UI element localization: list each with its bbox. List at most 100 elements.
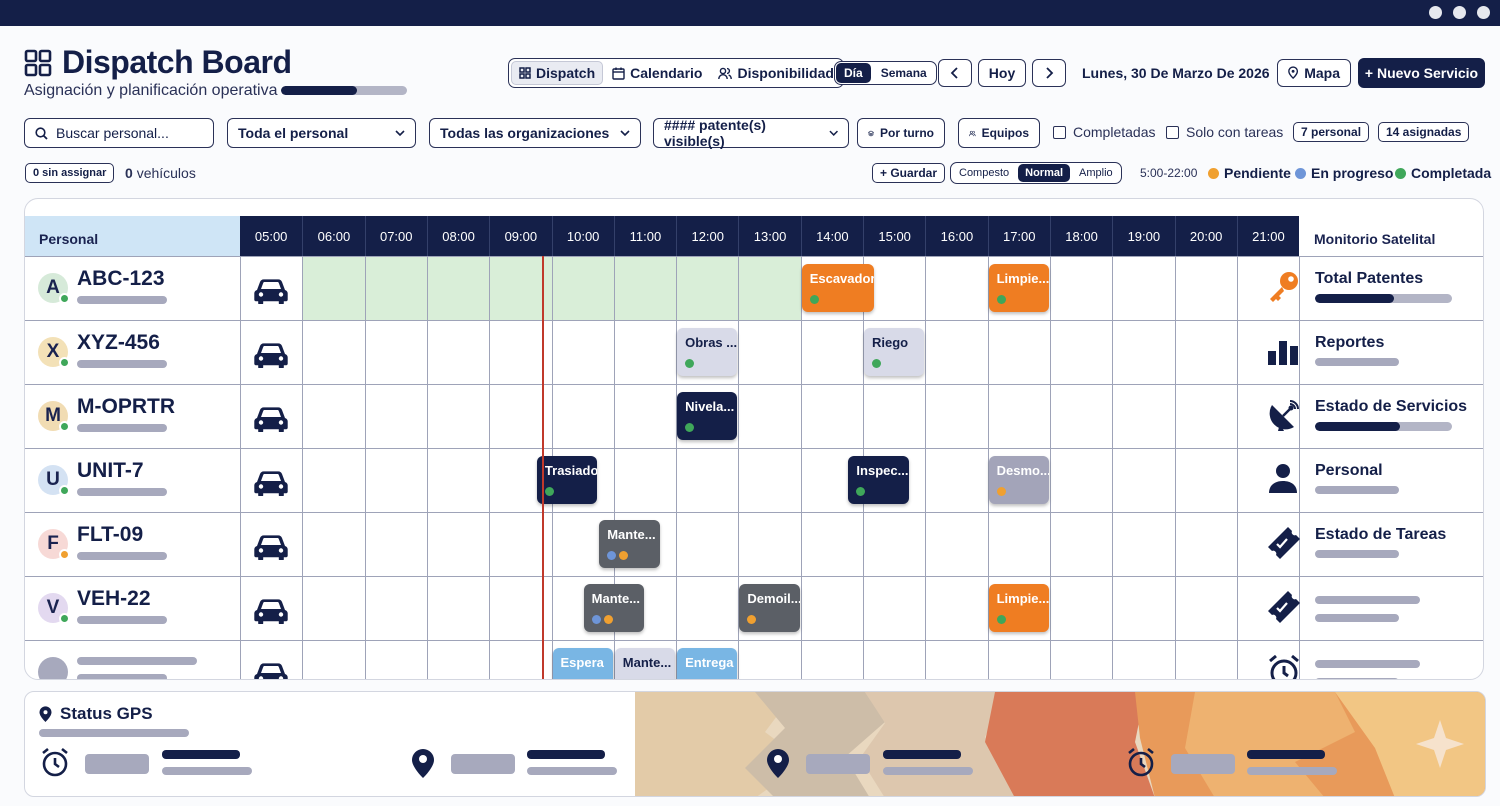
schedule-event[interactable]: Trasiado [536, 456, 598, 504]
chevron-right-icon [1046, 67, 1054, 79]
car-icon [253, 468, 289, 501]
page-title: Dispatch Board [24, 44, 292, 81]
dispatch-board: Personal 05:00 06:00 07:00 08:00 09:00 10:00 1… [24, 198, 1484, 680]
key-icon[interactable] [1266, 269, 1302, 310]
tab-calendario[interactable]: Calendario [605, 61, 709, 85]
monitor-item-label[interactable]: Personal [1315, 462, 1383, 480]
event-status-dots [996, 487, 1006, 496]
window-dot[interactable] [1477, 6, 1490, 19]
new-service-button[interactable]: + Nuevo Servicio [1358, 58, 1485, 88]
today-button[interactable]: Hoy [978, 59, 1026, 87]
event-label: Mante... [591, 591, 641, 606]
alarm-clock-icon [42, 747, 68, 777]
teams-button[interactable]: Equipos [958, 118, 1040, 148]
mode-semana[interactable]: Semana [873, 63, 935, 83]
schedule-event[interactable]: Mante... [583, 584, 644, 632]
schedule-event[interactable]: Nivela... [677, 392, 738, 440]
map-thumbnail[interactable] [635, 692, 1486, 797]
time-header-cell: 12:00 [676, 216, 738, 256]
people-icon [969, 130, 976, 136]
placeholder-bar [1315, 596, 1420, 604]
tab-disponibilidad[interactable]: Disponibilidad [711, 61, 840, 85]
ticket-check-icon[interactable] [1266, 589, 1302, 630]
save-button[interactable]: + Guardar [872, 163, 946, 183]
schedule-event[interactable]: Espera [552, 648, 613, 680]
status-dot [697, 679, 706, 680]
grid-line [800, 256, 802, 679]
placeholder-bar [1315, 678, 1399, 679]
by-shift-button[interactable]: Por turno [857, 118, 945, 148]
ticket-icon[interactable] [1266, 525, 1302, 566]
vehicle-plate[interactable]: VEH-22 [77, 587, 151, 611]
satellite-icon[interactable] [1266, 397, 1302, 438]
status-dot [561, 679, 570, 680]
checkbox-box[interactable] [1053, 125, 1066, 139]
plates-select[interactable]: #### patente(s) visible(s) [653, 117, 849, 149]
placeholder-bar [39, 729, 189, 737]
vehicle-plate[interactable]: UNIT-7 [77, 459, 144, 483]
time-header-cell: 11:00 [613, 216, 676, 256]
avatar: F [38, 529, 70, 560]
schedule-event[interactable]: Escavadora [801, 264, 875, 312]
density-normal[interactable]: Normal [1018, 164, 1071, 182]
event-status-dots [747, 615, 757, 624]
monitor-item-label[interactable]: Total Patentes [1315, 270, 1423, 288]
density-wide[interactable]: Amplio [1072, 164, 1120, 182]
time-header-cell: 18:00 [1049, 216, 1112, 256]
only-tasks-checkbox[interactable]: Solo con tareas [1166, 124, 1283, 140]
schedule-event[interactable]: Entrega [677, 648, 738, 680]
window-dot[interactable] [1429, 6, 1442, 19]
placeholder-bar [527, 767, 617, 775]
grid-line [364, 256, 366, 679]
schedule-event[interactable]: Obras ... [677, 328, 738, 376]
placeholder-bar [1315, 358, 1399, 366]
avatar: U [38, 465, 70, 496]
person-icon[interactable] [1266, 461, 1300, 500]
placeholder-bar [1315, 614, 1399, 622]
vehicle-plate[interactable]: FLT-09 [77, 523, 143, 547]
current-time-line [542, 256, 545, 679]
checkbox-box[interactable] [1166, 125, 1179, 139]
schedule-event[interactable]: Riego [864, 328, 925, 376]
mode-dia[interactable]: Día [836, 63, 871, 83]
bar-chart-icon[interactable] [1266, 333, 1300, 372]
density-compact[interactable]: Compesto [952, 164, 1016, 182]
schedule-event[interactable]: Mante... [599, 520, 660, 568]
prev-day-button[interactable] [938, 59, 972, 87]
personnel-select[interactable]: Toda el personal [227, 118, 416, 148]
search-personnel[interactable]: Buscar personal... [24, 118, 214, 148]
schedule-event[interactable]: Mante... [614, 648, 676, 679]
monitor-item-label[interactable]: Estado de Servicios [1315, 398, 1467, 416]
schedule-event[interactable]: Desmo... [988, 456, 1049, 504]
unassigned-badge[interactable]: 0 sin assignar [25, 163, 115, 183]
search-input[interactable]: Buscar personal... [56, 125, 169, 141]
organizations-select-value: Todas las organizaciones [440, 125, 610, 141]
schedule-event[interactable]: Demoil... [739, 584, 800, 632]
car-icon [253, 660, 289, 679]
monitor-item-label[interactable]: Estado de Tareas [1315, 526, 1446, 544]
time-header-cell: 15:00 [863, 216, 925, 256]
tab-dispatch[interactable]: Dispatch [511, 61, 604, 85]
organizations-select[interactable]: Todas las organizaciones [429, 118, 641, 148]
avatar: A [38, 273, 70, 304]
schedule-event[interactable]: Limpie... [988, 584, 1049, 632]
placeholder-bar [77, 296, 167, 304]
schedule-event[interactable]: Inspec... [848, 456, 909, 504]
vehicle-plate[interactable]: ABC-123 [77, 267, 165, 291]
event-status-dots [872, 359, 881, 368]
vehicle-plate[interactable]: M-OPRTR [77, 395, 175, 419]
tab-calendario-label: Calendario [630, 65, 703, 81]
event-status-dots [996, 615, 1006, 624]
placeholder-bar [77, 424, 167, 432]
event-label: Desmo... [996, 463, 1049, 478]
schedule-event[interactable]: Limpie... [988, 264, 1049, 312]
completed-checkbox[interactable]: Completadas [1053, 124, 1156, 140]
window-dot[interactable] [1453, 6, 1466, 19]
vehicle-plate[interactable]: XYZ-456 [77, 331, 160, 355]
placeholder-block [451, 754, 515, 774]
monitor-item-label[interactable]: Reportes [1315, 334, 1384, 352]
event-status-dots [996, 295, 1006, 304]
map-button[interactable]: Mapa [1277, 59, 1351, 87]
next-day-button[interactable] [1032, 59, 1066, 87]
alarm-icon[interactable] [1266, 653, 1302, 679]
